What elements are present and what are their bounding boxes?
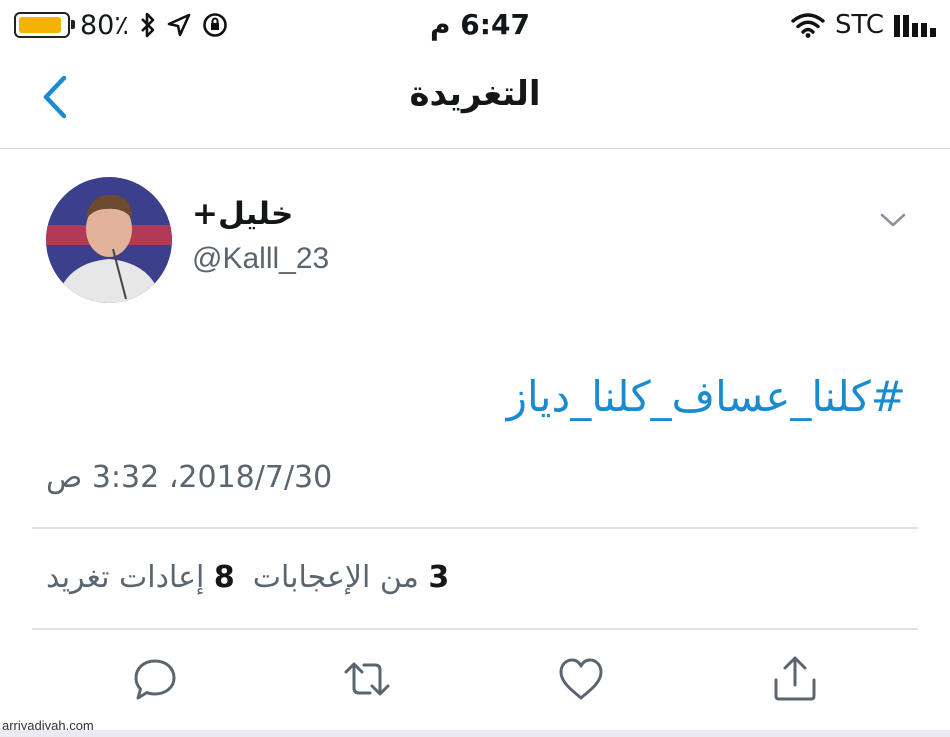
status-time: 6:47 م	[430, 8, 530, 41]
user-handle[interactable]: @Kalll_23	[192, 242, 329, 276]
rotation-lock-icon	[203, 13, 227, 37]
likes-label: من الإعجابات	[252, 560, 419, 595]
status-right: STC	[791, 8, 936, 42]
status-bar: 80٪ 6:47 م STC	[0, 0, 950, 52]
chevron-down-icon[interactable]	[878, 210, 908, 230]
display-name[interactable]: خليل+	[192, 196, 293, 232]
avatar[interactable]	[46, 177, 172, 303]
retweets-count: 8	[213, 560, 235, 595]
signal-icon	[894, 13, 936, 37]
retweet-icon[interactable]	[342, 654, 392, 704]
like-icon[interactable]	[556, 654, 606, 704]
status-left: 80٪	[14, 8, 229, 42]
tweet-stats: 3 من الإعجابات 8 إعادات تغريد	[46, 560, 449, 595]
page-title: التغريدة	[409, 74, 541, 114]
bluetooth-icon	[140, 12, 155, 38]
bottom-strip	[0, 730, 950, 737]
retweets-stat[interactable]: 8 إعادات تغريد	[46, 560, 235, 595]
location-arrow-icon	[167, 13, 191, 37]
battery-percent: 80٪	[80, 9, 129, 41]
divider	[32, 628, 918, 630]
likes-count: 3	[428, 560, 450, 595]
retweets-label: إعادات تغريد	[46, 560, 205, 595]
carrier-name: STC	[834, 10, 884, 40]
tweet-hashtag[interactable]: #كلنا_عساف_كلنا_دياز	[507, 372, 906, 421]
divider	[32, 527, 918, 529]
reply-icon[interactable]	[130, 654, 180, 704]
share-icon[interactable]	[770, 654, 820, 704]
nav-bar: التغريدة	[0, 52, 950, 149]
tweet-timestamp: 2018/7/30، 3:32 ص	[46, 460, 333, 495]
likes-stat[interactable]: 3 من الإعجابات	[253, 560, 449, 595]
battery-icon	[14, 12, 75, 38]
wifi-icon	[791, 13, 825, 38]
action-bar	[0, 654, 950, 710]
